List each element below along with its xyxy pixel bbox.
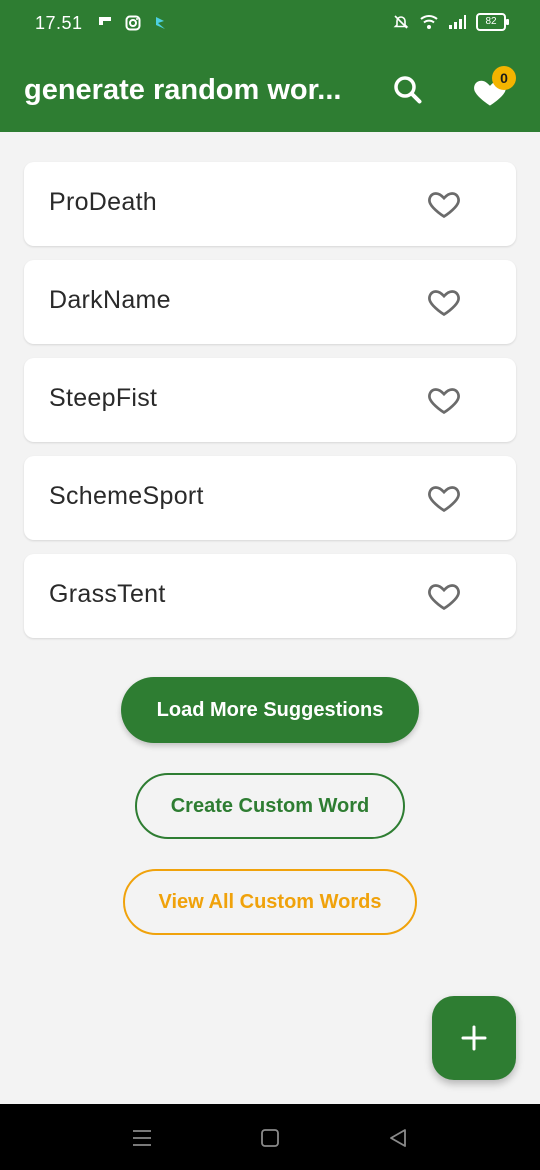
list-item[interactable]: GrassTent — [24, 554, 516, 638]
signal-icon — [448, 13, 466, 31]
list-item[interactable]: DarkName — [24, 260, 516, 344]
heart-outline-icon[interactable] — [426, 382, 462, 418]
wifi-icon — [420, 13, 438, 31]
battery-icon: 82 — [476, 13, 509, 31]
list-item[interactable]: SteepFist — [24, 358, 516, 442]
word-text: SchemeSport — [49, 482, 204, 510]
word-text: ProDeath — [49, 188, 158, 216]
system-nav-bar — [0, 1104, 540, 1170]
search-icon — [394, 76, 422, 104]
flipboard-icon — [96, 14, 114, 32]
plus-icon — [461, 1025, 487, 1051]
back-icon[interactable] — [386, 1126, 410, 1150]
status-right-icons: 82 — [392, 13, 509, 31]
page-title: generate random wor... — [24, 74, 342, 106]
word-text: DarkName — [49, 286, 171, 314]
list-item[interactable]: ProDeath — [24, 162, 516, 246]
heart-outline-icon[interactable] — [426, 186, 462, 222]
app-bar: 17.51 82 generate random wor... 0 — [0, 0, 540, 132]
add-fab-button[interactable] — [432, 996, 516, 1080]
bird-icon — [152, 14, 170, 32]
heart-outline-icon[interactable] — [426, 284, 462, 320]
heart-outline-icon[interactable] — [426, 480, 462, 516]
word-text: GrassTent — [49, 580, 166, 608]
status-left-icons — [96, 14, 170, 32]
status-bar: 17.51 82 — [0, 0, 540, 48]
favorites-button[interactable]: 0 — [472, 66, 516, 112]
view-all-custom-words-button[interactable]: View All Custom Words — [123, 869, 417, 935]
list-item[interactable]: SchemeSport — [24, 456, 516, 540]
favorites-count-badge: 0 — [492, 66, 516, 90]
word-list: ProDeath DarkName SteepFist SchemeSport … — [24, 162, 516, 652]
word-text: SteepFist — [49, 384, 158, 412]
status-time: 17.51 — [35, 13, 83, 33]
load-more-button[interactable]: Load More Suggestions — [121, 677, 419, 743]
home-icon[interactable] — [258, 1126, 282, 1150]
mute-icon — [392, 13, 410, 31]
create-custom-word-button[interactable]: Create Custom Word — [135, 773, 405, 839]
menu-icon[interactable] — [130, 1126, 154, 1150]
instagram-icon — [124, 14, 142, 32]
search-button[interactable] — [390, 72, 426, 108]
heart-outline-icon[interactable] — [426, 578, 462, 614]
